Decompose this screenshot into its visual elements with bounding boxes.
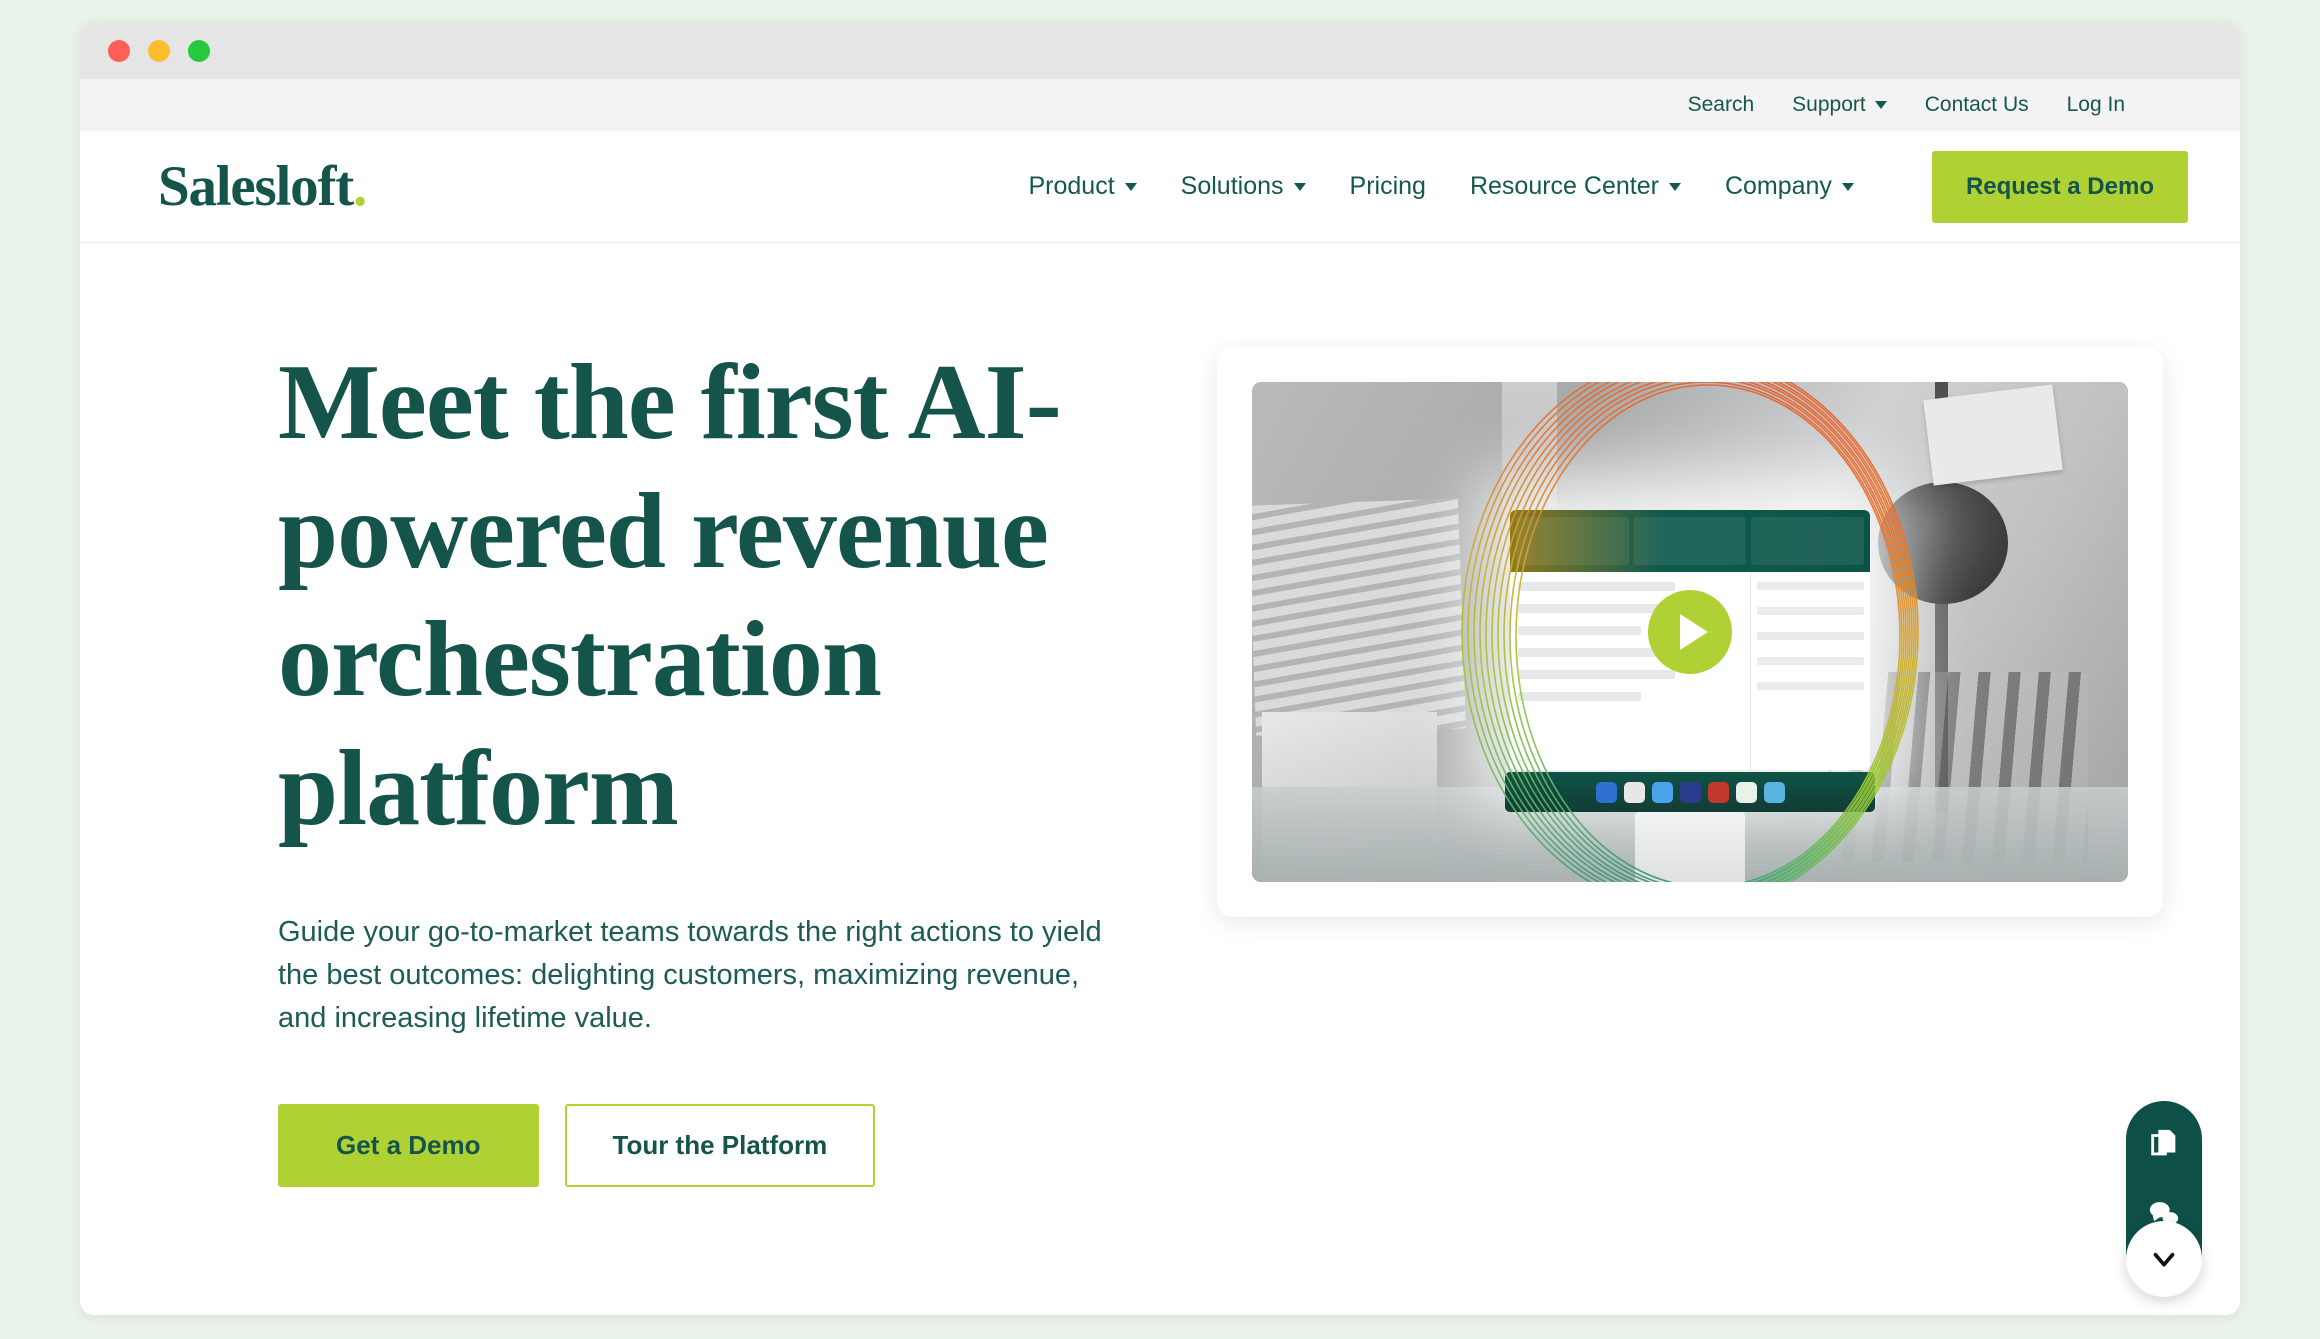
sticky-note-decoration	[1923, 384, 2063, 486]
chevron-down-icon	[2153, 1252, 2175, 1267]
get-a-demo-button[interactable]: Get a Demo	[278, 1103, 539, 1187]
nav-item-pricing[interactable]: Pricing	[1350, 172, 1426, 201]
floating-help-widget	[2126, 1101, 2202, 1297]
utility-link-support[interactable]: Support	[1792, 93, 1887, 117]
hero-section: Meet the first AI-powered revenue orches…	[80, 243, 2240, 1187]
hero-cta-group: Get a Demo Tour the Platform	[278, 1103, 1110, 1187]
nav-item-company-label: Company	[1724, 172, 1832, 200]
documents-icon[interactable]	[2147, 1127, 2181, 1161]
utility-link-contact-us[interactable]: Contact Us	[1925, 93, 2029, 117]
tour-the-platform-button[interactable]: Tour the Platform	[564, 1103, 876, 1187]
browser-window: Search Support Contact Us Log In Saleslo…	[80, 22, 2240, 1315]
hero-subtitle: Guide your go-to-market teams towards th…	[278, 916, 1102, 1034]
video-card	[1217, 347, 2163, 917]
nav-item-solutions[interactable]: Solutions	[1181, 172, 1306, 201]
play-icon	[1679, 614, 1708, 650]
hero-media	[1140, 339, 2240, 1187]
request-demo-button[interactable]: Request a Demo	[1931, 150, 2188, 223]
utility-link-search-label: Search	[1687, 93, 1755, 116]
utility-link-contact-us-label: Contact Us	[1924, 93, 2029, 116]
maximize-window-button[interactable]	[188, 39, 210, 62]
utility-link-log-in[interactable]: Log In	[2067, 93, 2125, 117]
nav-item-product[interactable]: Product	[1029, 172, 1137, 201]
nav-item-pricing-label: Pricing	[1349, 172, 1426, 200]
logo-dot: .	[353, 155, 367, 218]
hero-title: Meet the first AI-powered revenue orches…	[278, 343, 1062, 848]
utility-nav: Search Support Contact Us Log In	[80, 79, 2240, 131]
utility-link-search[interactable]: Search	[1688, 93, 1755, 117]
nav-links: Product Solutions Pricing Resource Cente…	[1029, 150, 2188, 223]
logo-text: Salesloft	[158, 155, 354, 218]
play-video-button[interactable]	[1648, 590, 1732, 674]
nav-item-resource-center-label: Resource Center	[1469, 172, 1659, 200]
hero-content: Meet the first AI-powered revenue orches…	[80, 339, 1140, 1187]
close-window-button[interactable]	[108, 39, 130, 62]
nav-item-company[interactable]: Company	[1725, 172, 1854, 201]
main-navigation: Salesloft. Product Solutions Pricing Res…	[80, 131, 2240, 243]
chevron-down-icon	[1874, 101, 1887, 109]
widget-collapse-toggle[interactable]	[2126, 1221, 2202, 1297]
chevron-down-icon	[1293, 182, 1306, 191]
video-thumbnail[interactable]	[1252, 382, 2128, 882]
chevron-down-icon	[1124, 182, 1137, 191]
chevron-down-icon	[1841, 182, 1854, 191]
browser-chrome-bar	[80, 22, 2240, 79]
nav-item-solutions-label: Solutions	[1180, 172, 1284, 200]
salesloft-logo[interactable]: Salesloft.	[158, 155, 367, 218]
utility-link-log-in-label: Log In	[2066, 93, 2125, 116]
paper-stack-decoration	[1252, 498, 1466, 736]
chevron-down-icon	[1668, 182, 1681, 191]
utility-link-support-label: Support	[1792, 93, 1866, 116]
minimize-window-button[interactable]	[148, 39, 170, 62]
nav-item-resource-center[interactable]: Resource Center	[1470, 172, 1681, 201]
nav-item-product-label: Product	[1028, 172, 1115, 200]
